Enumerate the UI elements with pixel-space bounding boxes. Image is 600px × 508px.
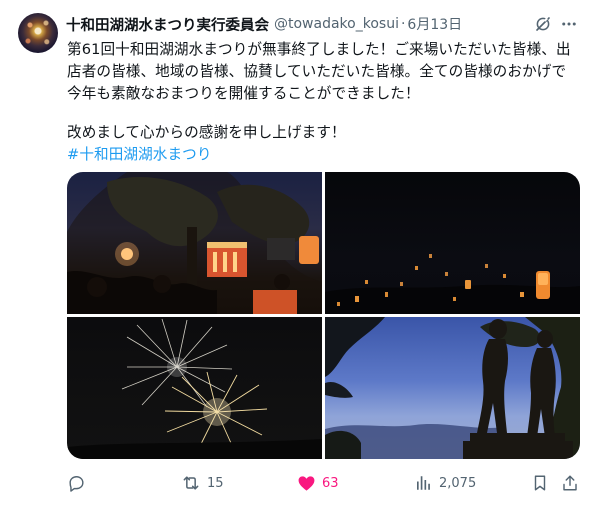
reply-button[interactable]	[66, 470, 86, 496]
media-grid	[67, 172, 580, 459]
retweet-icon	[181, 473, 201, 493]
more-options-icon[interactable]	[558, 13, 580, 35]
tweet[interactable]: 十和田湖湖水まつり実行委員会 @towadako_kosui · 6月13日 第…	[0, 0, 600, 508]
author-handle[interactable]: @towadako_kosui	[274, 16, 399, 32]
tweet-text-line: 店者の皆様、地域の皆様、協賛していただいた皆様。全ての皆様のおかげで	[67, 63, 567, 80]
views-button[interactable]: 2,075	[413, 470, 476, 496]
like-count: 63	[322, 475, 339, 491]
separator-dot: ·	[400, 16, 406, 32]
photo-fireworks[interactable]	[67, 317, 322, 459]
view-count: 2,075	[439, 475, 477, 491]
retweet-button[interactable]: 15	[181, 470, 224, 496]
grok-icon[interactable]	[532, 13, 554, 35]
photo-festival-venue[interactable]	[67, 172, 322, 314]
tweet-text: 第61回十和田湖湖水まつりが無事終了しました！ご来場いただいた皆様、出 店者の皆…	[67, 39, 587, 166]
photo-sky-lanterns[interactable]	[325, 172, 580, 314]
avatar[interactable]	[18, 13, 58, 53]
bookmark-icon	[530, 473, 550, 493]
share-icon	[560, 473, 580, 493]
tweet-text-line: 第61回十和田湖湖水まつりが無事終了しました！ご来場いただいた皆様、出	[67, 41, 571, 58]
author-name[interactable]: 十和田湖湖水まつり実行委員会	[66, 14, 269, 35]
share-button[interactable]	[560, 470, 580, 496]
tweet-header: 十和田湖湖水まつり実行委員会 @towadako_kosui · 6月13日	[66, 14, 462, 34]
tweet-text-line: 改めまして心からの感謝を申し上げます！	[67, 124, 346, 141]
action-bar: 15 63 2,075	[0, 470, 600, 496]
tweet-text-line: 今年も素敵なおまつりを開催することができました！	[67, 85, 420, 102]
retweet-count: 15	[207, 475, 224, 491]
bookmark-button[interactable]	[530, 470, 550, 496]
photo-statue[interactable]	[325, 317, 580, 459]
heart-icon	[296, 473, 316, 493]
reply-icon	[66, 473, 86, 493]
post-date[interactable]: 6月13日	[407, 14, 462, 34]
hashtag-link[interactable]: #十和田湖湖水まつり	[67, 144, 587, 166]
bar-chart-icon	[413, 473, 433, 493]
like-button[interactable]: 63	[296, 470, 339, 496]
